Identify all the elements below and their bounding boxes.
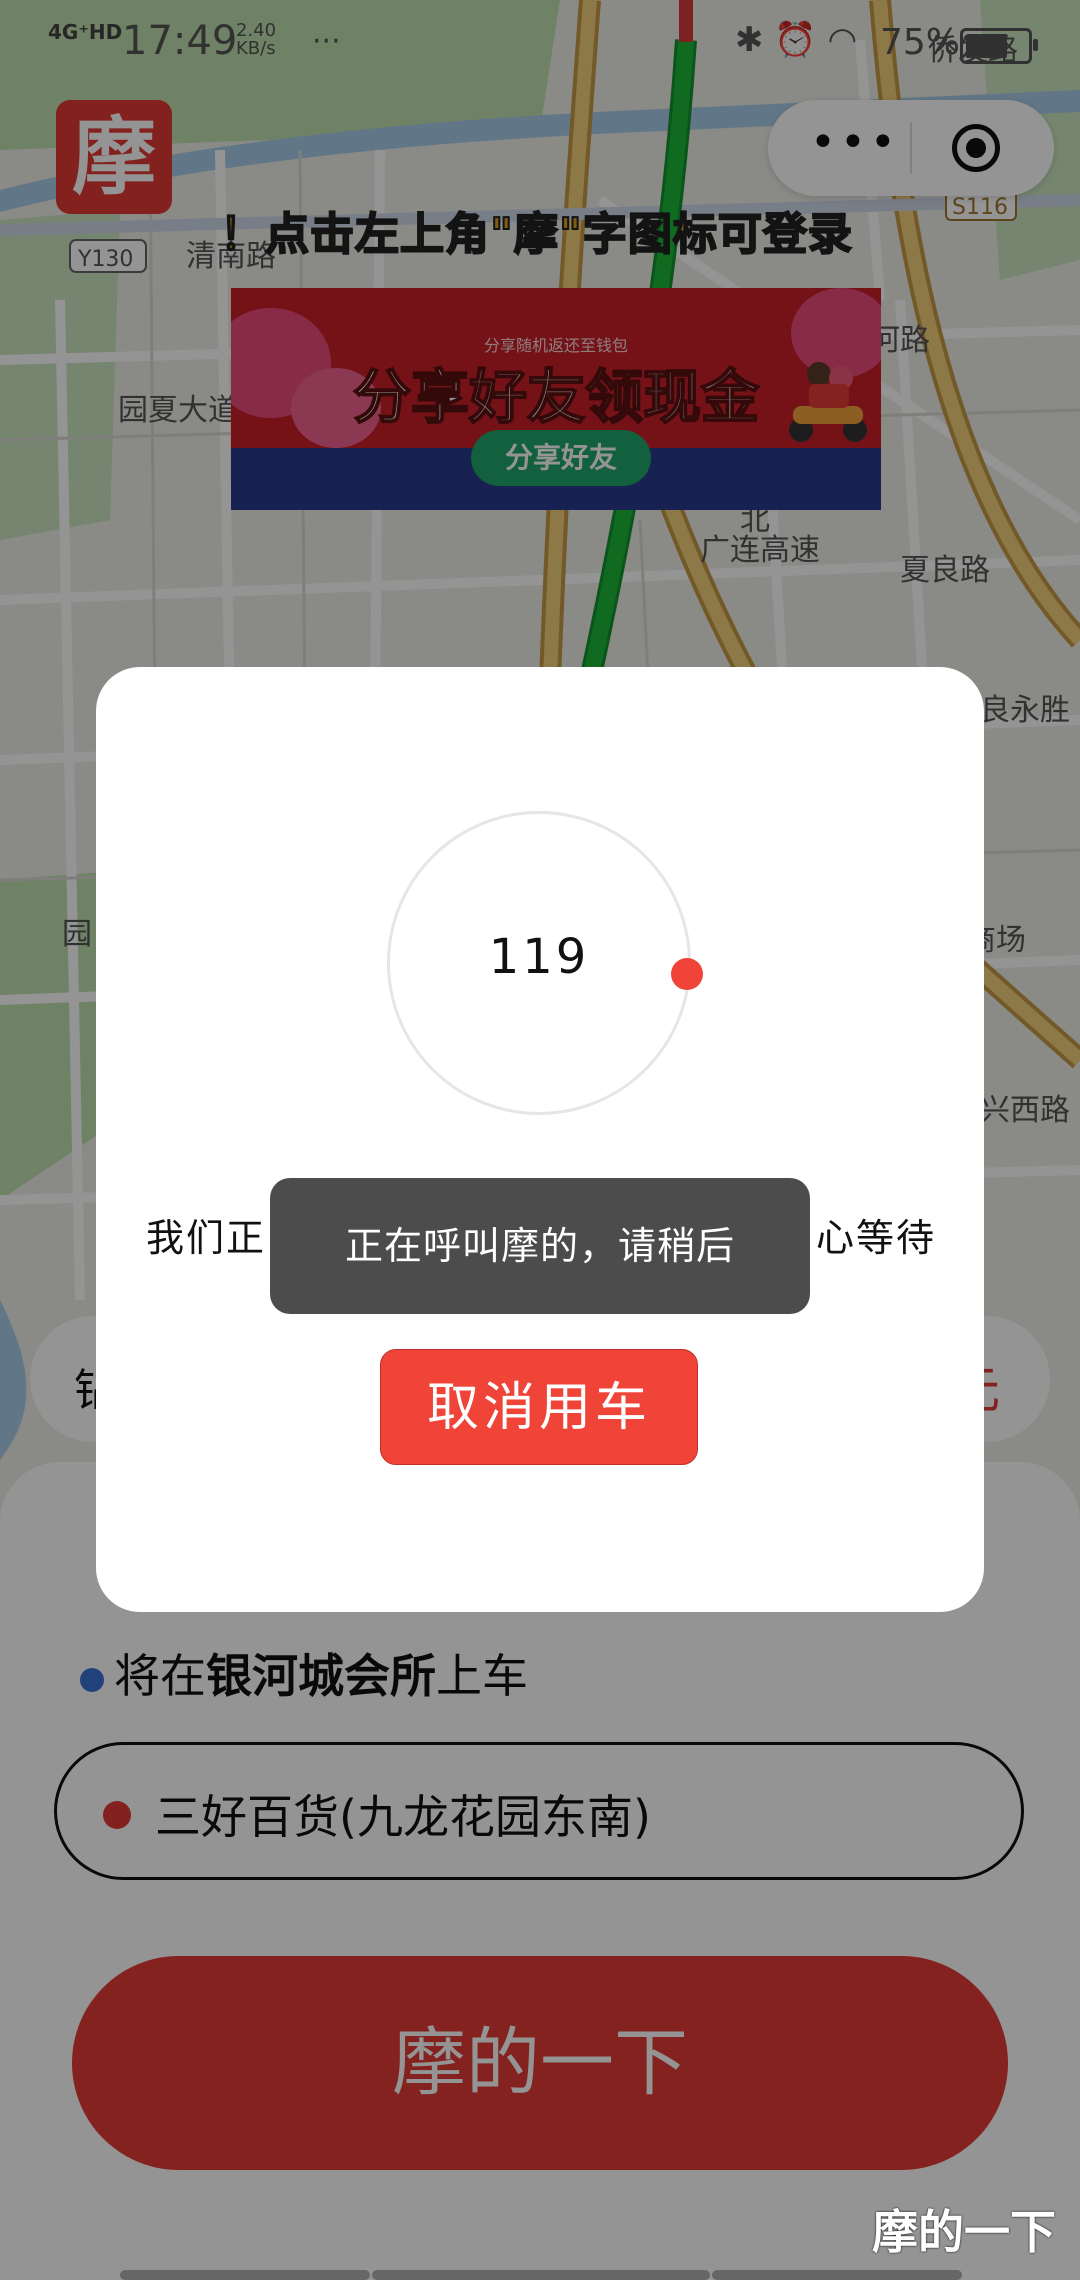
waiting-dialog: 119 我们正 心等待 取消用车 [96, 667, 984, 1612]
cancel-ride-button[interactable]: 取消用车 [380, 1349, 698, 1465]
countdown-progress-dot [671, 958, 703, 990]
bottom-tab-indicators [0, 2264, 1080, 2280]
calling-toast: 正在呼叫摩的，请稍后 [270, 1178, 810, 1314]
tab-indicator [120, 2270, 370, 2280]
bottom-watermark-label: 摩的一下 [872, 2205, 1056, 2259]
tab-indicator [372, 2270, 710, 2280]
waiting-message-left: 我们正 [146, 1216, 267, 1260]
countdown-seconds: 119 [488, 929, 590, 985]
tab-indicator [712, 2270, 962, 2280]
waiting-message-right: 心等待 [815, 1216, 936, 1260]
